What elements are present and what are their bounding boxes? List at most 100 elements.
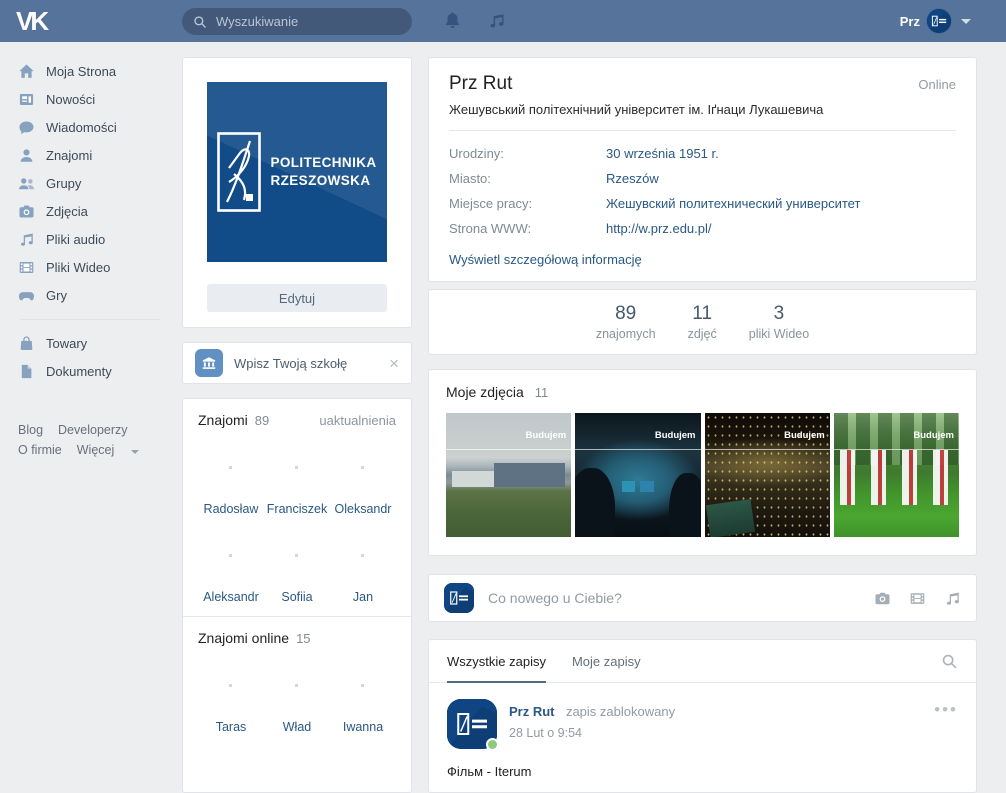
- sidebar-item-news[interactable]: Nowości: [18, 85, 182, 113]
- sidebar-item-documents[interactable]: Dokumenty: [18, 357, 182, 385]
- sidebar-item-video[interactable]: Pliki Wideo: [18, 253, 182, 281]
- topbar-avatar[interactable]: [926, 8, 952, 34]
- friend-item[interactable]: Oleksandr: [330, 440, 396, 516]
- attach-audio-note-icon[interactable]: [944, 590, 961, 607]
- profile-photo-card: POLITECHNIKA RZESZOWSKA Edytuj: [182, 57, 412, 328]
- footer-link-developers[interactable]: Developerzy: [58, 423, 127, 437]
- friend-name[interactable]: Oleksandr: [335, 502, 392, 516]
- profile-status-line: Жешувський політехнічний університет ім.…: [449, 102, 956, 117]
- university-building-icon: [195, 349, 223, 377]
- photo-thumb-campus-building[interactable]: Budujem: [446, 413, 571, 537]
- friend-name[interactable]: Sofiia: [281, 590, 312, 604]
- friend-avatar[interactable]: [269, 658, 325, 714]
- attach-photo-camera-icon[interactable]: [874, 590, 891, 607]
- friend-name[interactable]: Iwanna: [343, 720, 383, 734]
- topbar-username[interactable]: Prz: [900, 14, 920, 29]
- notifications-bell-icon[interactable]: [443, 11, 462, 30]
- friend-item[interactable]: Wład: [264, 658, 330, 734]
- friend-name[interactable]: Jan: [353, 590, 373, 604]
- friends-online-row: Taras Wład Iwanna: [198, 658, 396, 734]
- news-icon: [18, 91, 35, 108]
- friends-card: Znajomi 89 uaktualnienia Radosław Franci…: [182, 398, 412, 793]
- photo-watermark: Budujem: [526, 430, 567, 441]
- sidebar-item-friends[interactable]: Znajomi: [18, 141, 182, 169]
- market-icon: [18, 335, 35, 352]
- post-timestamp[interactable]: 28 Lut o 9:54: [509, 726, 675, 740]
- my-photos-title[interactable]: Moje zdjęcia: [446, 384, 524, 400]
- profile-field-row: Urodziny: 30 września 1951 r.: [449, 146, 956, 161]
- friend-avatar[interactable]: [269, 440, 325, 496]
- profile-photo[interactable]: POLITECHNIKA RZESZOWSKA: [207, 82, 387, 262]
- friend-avatar[interactable]: [335, 658, 391, 714]
- photo-watermark-line: [446, 449, 571, 450]
- photo-thumb-night-concert-crowd[interactable]: Budujem: [705, 413, 830, 537]
- vk-logo[interactable]: VK: [16, 6, 46, 37]
- tab-all-posts[interactable]: Wszystkie zapisy: [447, 640, 546, 682]
- sidebar-item-games[interactable]: Gry: [18, 281, 182, 309]
- counter-photos[interactable]: 11 zdjęć: [686, 303, 719, 341]
- tab-my-posts[interactable]: Moje zapisy: [572, 640, 641, 682]
- friend-name[interactable]: Taras: [216, 720, 247, 734]
- close-icon[interactable]: ×: [389, 355, 399, 372]
- main-column: Prz Rut Online Жешувський політехнічний …: [428, 57, 977, 793]
- field-value-birthday[interactable]: 30 września 1951 r.: [606, 146, 719, 161]
- friend-avatar[interactable]: [203, 658, 259, 714]
- sidebar-item-photos[interactable]: Zdjęcia: [18, 197, 182, 225]
- friend-item[interactable]: Aleksandr: [198, 528, 264, 604]
- friend-avatar[interactable]: [335, 528, 391, 584]
- composer-avatar[interactable]: [444, 583, 474, 613]
- sidebar-item-groups[interactable]: Grupy: [18, 169, 182, 197]
- show-details-link[interactable]: Wyświetl szczegółową informację: [449, 252, 956, 267]
- friend-item[interactable]: Jan: [330, 528, 396, 604]
- school-prompt-text[interactable]: Wpisz Twoją szkołę: [234, 356, 378, 371]
- attach-video-film-icon[interactable]: [909, 590, 926, 607]
- friend-avatar[interactable]: [203, 528, 259, 584]
- post-actions-menu-icon[interactable]: •••: [934, 699, 958, 715]
- sidebar-item-market[interactable]: Towary: [18, 329, 182, 357]
- friend-avatar[interactable]: [335, 440, 391, 496]
- friend-item[interactable]: Sofiia: [264, 528, 330, 604]
- post-text: Фільм - Iterum: [447, 764, 958, 779]
- friends-online-title[interactable]: Znajomi online: [198, 630, 289, 646]
- global-search[interactable]: [182, 8, 412, 35]
- footer-link-about[interactable]: O firmie: [18, 443, 62, 457]
- friends-online-count: 15: [296, 631, 310, 646]
- music-icon[interactable]: [487, 11, 506, 30]
- friend-avatar[interactable]: [203, 440, 259, 496]
- friend-name[interactable]: Wład: [283, 720, 311, 734]
- profile-field-row: Miasto: Rzeszów: [449, 171, 956, 186]
- footer-link-blog[interactable]: Blog: [18, 423, 43, 437]
- sidebar-item-audio[interactable]: Pliki audio: [18, 225, 182, 253]
- friend-item[interactable]: Iwanna: [330, 658, 396, 734]
- friends-updates-link[interactable]: uaktualnienia: [319, 413, 396, 428]
- counter-videos[interactable]: 3 pliki Wideo: [747, 303, 811, 341]
- friend-item[interactable]: Taras: [198, 658, 264, 734]
- friend-item[interactable]: Radosław: [198, 440, 264, 516]
- counter-friends[interactable]: 89 znajomych: [594, 303, 658, 341]
- school-prompt-card[interactable]: Wpisz Twoją szkołę ×: [182, 342, 412, 384]
- sidebar-item-messages[interactable]: Wiadomości: [18, 113, 182, 141]
- friend-name[interactable]: Aleksandr: [203, 590, 259, 604]
- field-value-website[interactable]: http://w.prz.edu.pl/: [606, 221, 712, 236]
- field-value-city[interactable]: Rzeszów: [606, 171, 659, 186]
- edit-profile-button[interactable]: Edytuj: [207, 284, 387, 312]
- topbar-dropdown-chevron-icon[interactable]: [961, 19, 971, 24]
- field-label: Urodziny:: [449, 146, 606, 161]
- photo-thumbnails-row: Budujem Budujem Budujem Budujem: [446, 413, 959, 537]
- footer-link-more[interactable]: Więcej: [77, 443, 130, 457]
- friend-avatar[interactable]: [269, 528, 325, 584]
- post-author-name[interactable]: Prz Rut: [509, 704, 555, 719]
- wall-search-icon[interactable]: [941, 653, 958, 670]
- field-value-workplace[interactable]: Жешувский политехнический университет: [606, 196, 860, 211]
- search-input[interactable]: [214, 13, 401, 30]
- friend-item[interactable]: Franciszek: [264, 440, 330, 516]
- friend-name[interactable]: Franciszek: [267, 502, 327, 516]
- composer-input[interactable]: Co nowego u Ciebie?: [488, 590, 860, 606]
- photo-thumb-folk-dancers[interactable]: Budujem: [834, 413, 959, 537]
- friend-name[interactable]: Radosław: [204, 502, 259, 516]
- sidebar-item-my-page[interactable]: Moja Strona: [18, 57, 182, 85]
- post-author-avatar[interactable]: [447, 699, 497, 749]
- friends-title[interactable]: Znajomi: [198, 412, 248, 428]
- left-sidebar: Moja Strona Nowości Wiadomości Znajomi G…: [0, 42, 182, 385]
- photo-thumb-flight-simulator-cockpit[interactable]: Budujem: [575, 413, 700, 537]
